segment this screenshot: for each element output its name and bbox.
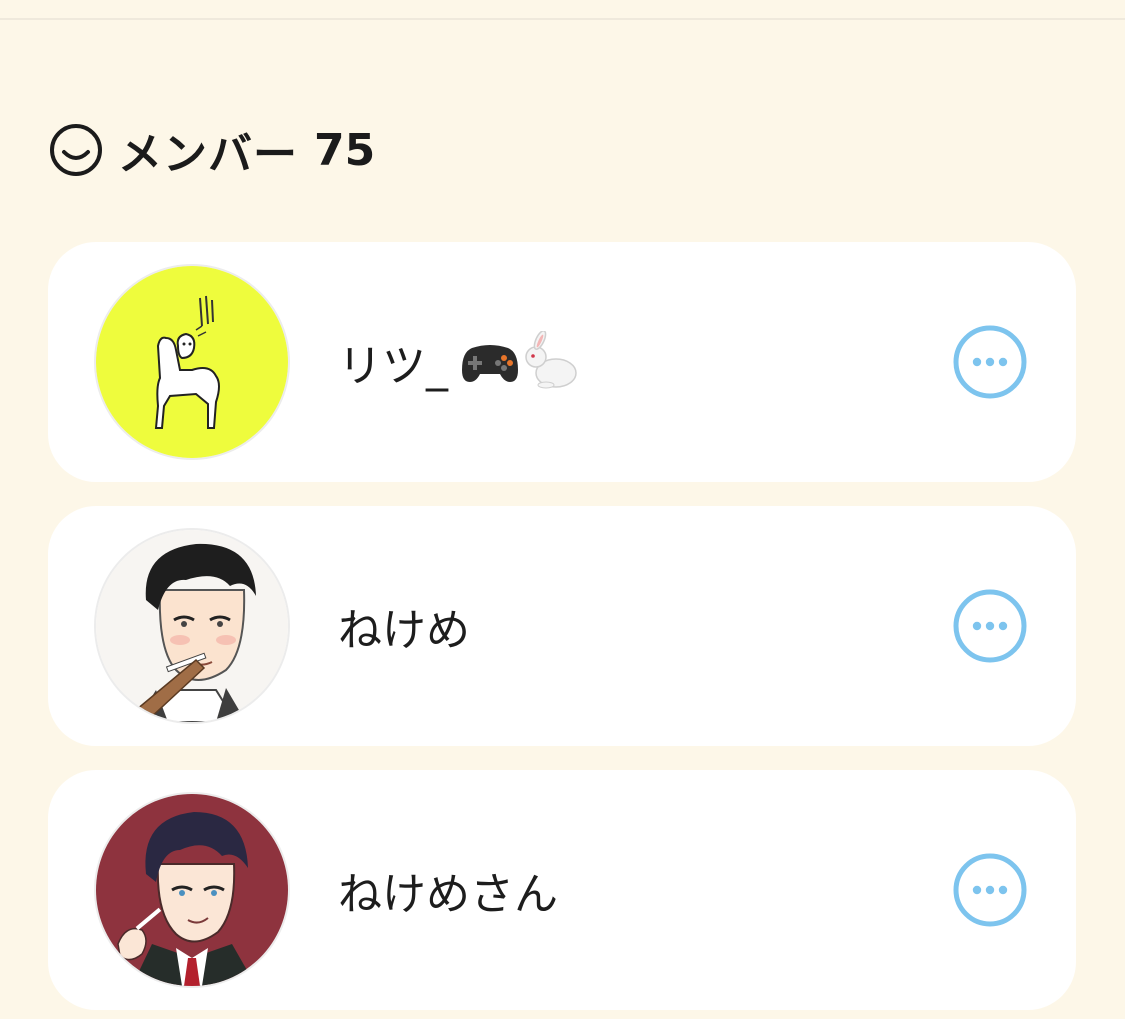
member-name[interactable]: ねけめさん [338,770,558,1010]
member-card[interactable]: ねけめ [48,506,1076,746]
avatar[interactable] [96,530,288,722]
members-section-header: メンバー 75 [48,120,375,180]
name-emojis [460,331,582,393]
member-count: 75 [314,124,376,176]
member-card[interactable]: ねけめさん [48,770,1076,1010]
game-controller-icon [462,345,518,382]
more-options-button[interactable] [952,852,1028,928]
avatar[interactable] [96,794,288,986]
more-options-button[interactable] [952,324,1028,400]
member-name-text: ねけめ [338,605,470,656]
avatar[interactable] [96,266,288,458]
top-divider [0,18,1125,20]
rabbit-icon [525,331,577,389]
member-card[interactable]: リツ_ [48,242,1076,482]
member-name[interactable]: ねけめ [338,506,470,746]
member-name-text: リツ_ [338,341,448,392]
smiley-face-icon [50,124,102,176]
member-name-text: ねけめさん [338,869,558,920]
section-title: メンバー [118,129,298,180]
more-options-button[interactable] [952,588,1028,664]
member-name[interactable]: リツ_ [338,242,582,482]
